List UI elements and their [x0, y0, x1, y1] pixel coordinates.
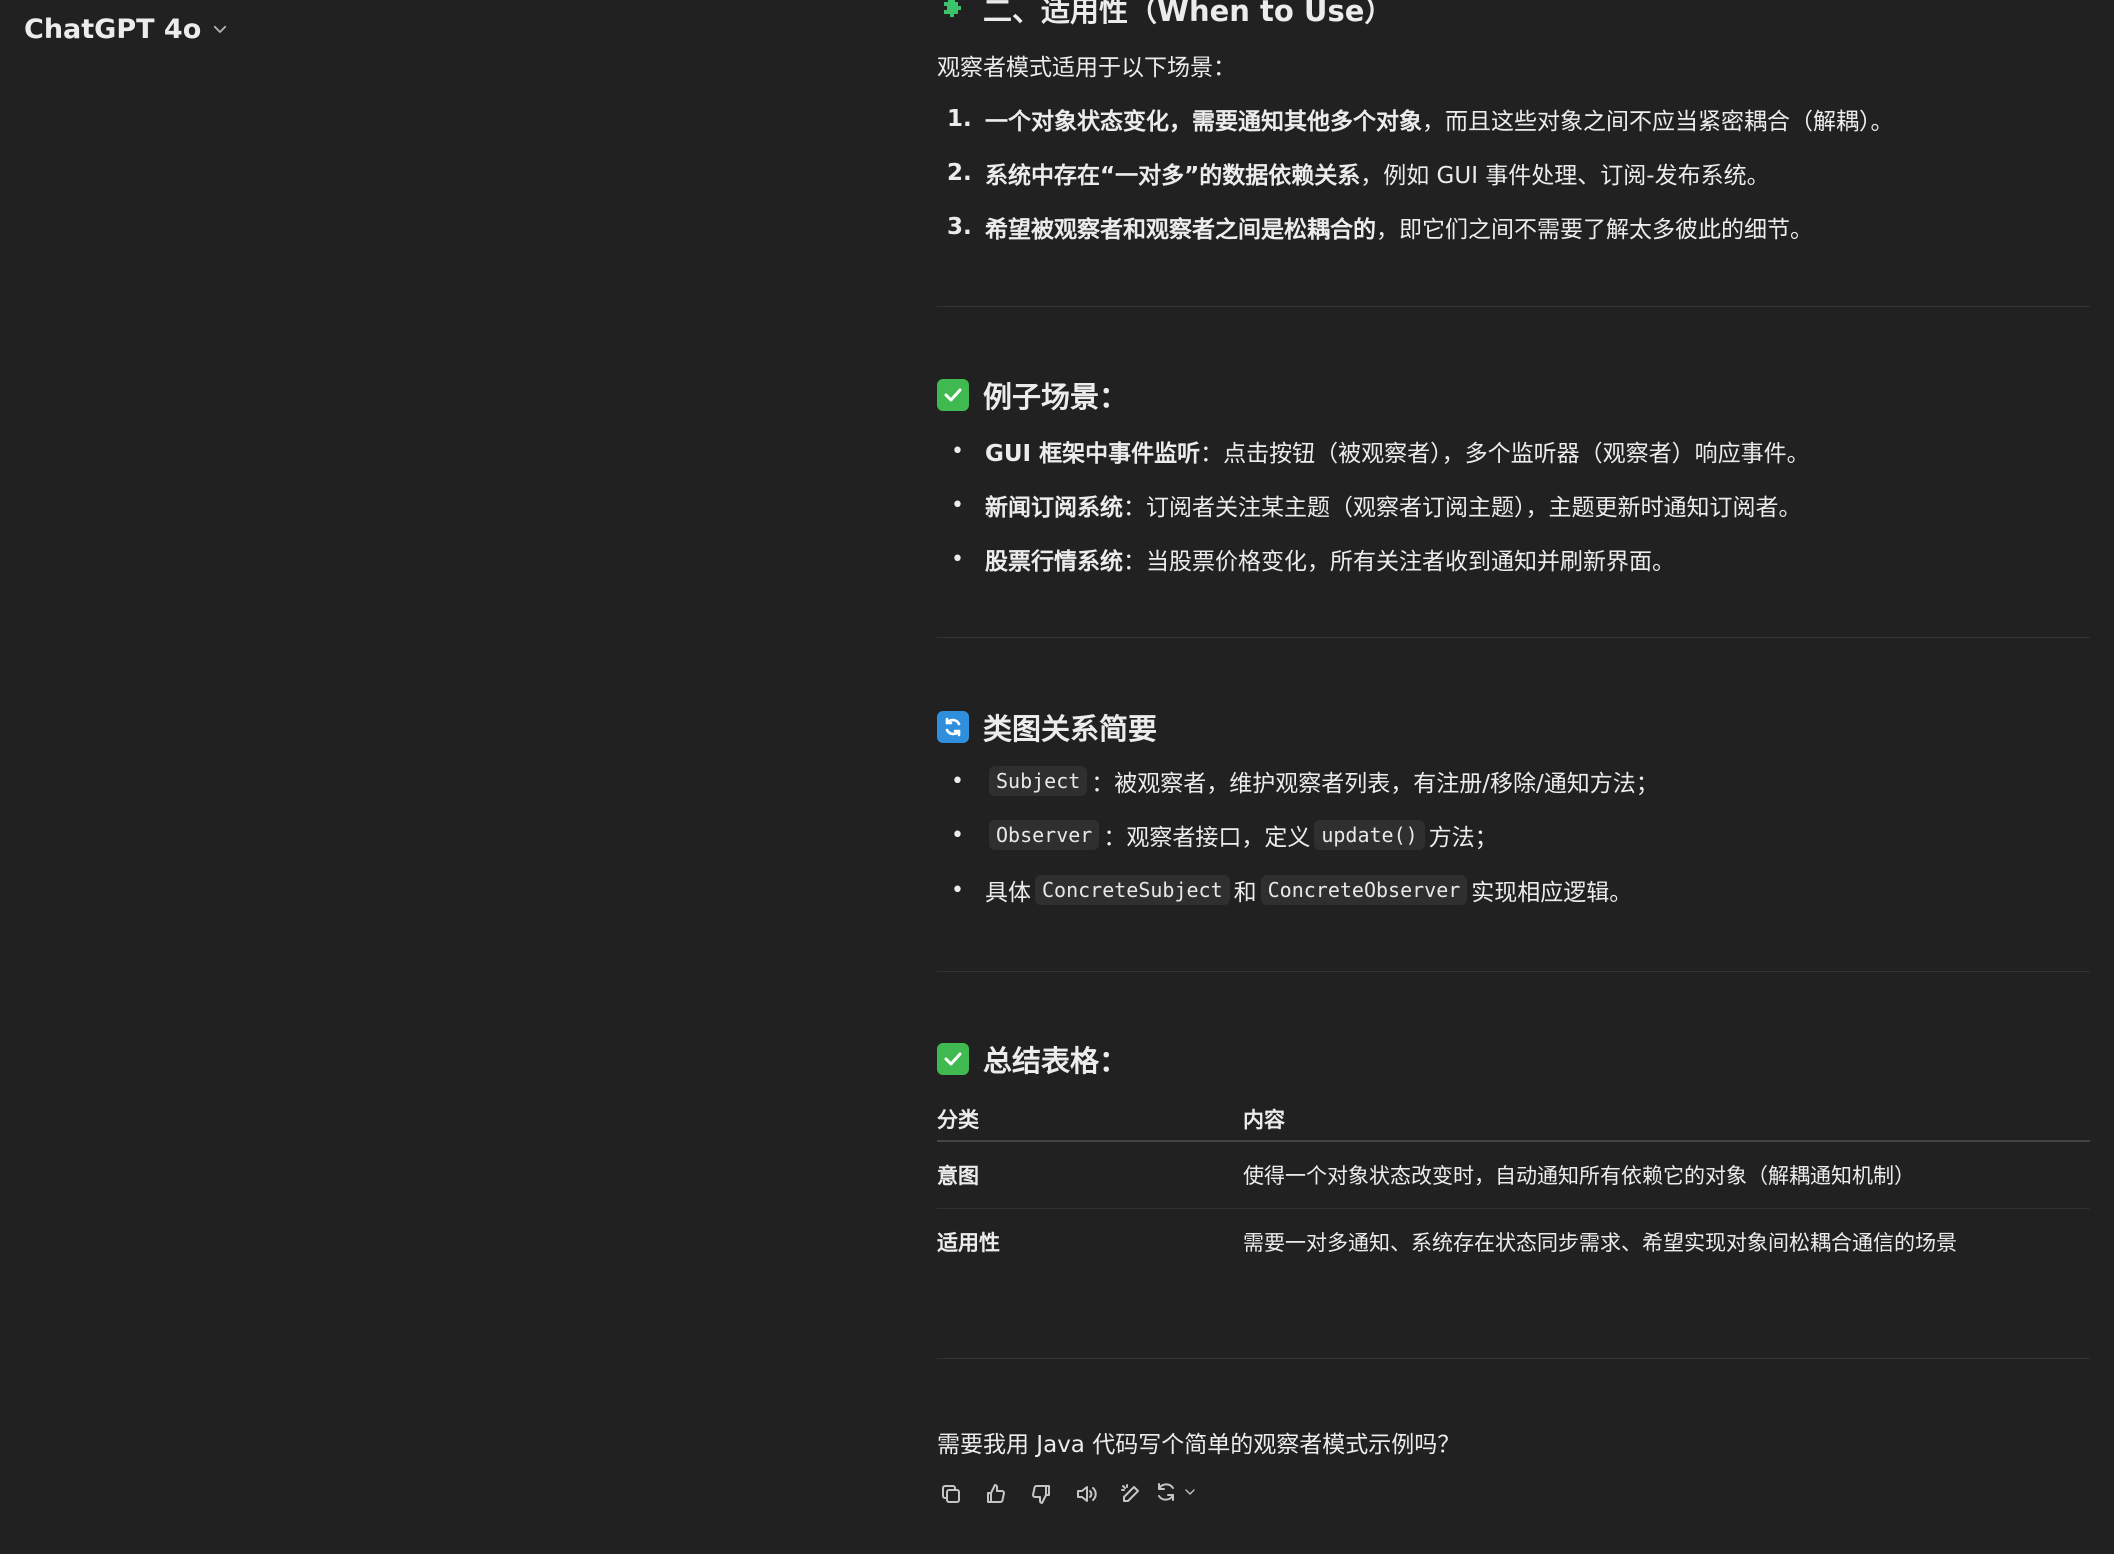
section-title: 总结表格：: [983, 1044, 1129, 1078]
intro-text: 观察者模式适用于以下场景：: [937, 55, 1236, 81]
list-item: • Observer ：观察者接口，定义 update() 方法；: [947, 818, 1498, 852]
section-heading-class-diagram: 类图关系简要: [937, 706, 1157, 748]
section-title: 类图关系简要: [983, 712, 1158, 746]
divider: [937, 637, 2090, 638]
check-mark-icon: [937, 1043, 969, 1075]
section-heading-applicability: 二、适用性（When to Use）: [937, 0, 1393, 30]
list-item: • GUI 框架中事件监听 ：点击按钮（被观察者），多个监听器（观察者）响应事件。: [951, 438, 1810, 468]
edit-icon[interactable]: [1117, 1480, 1144, 1507]
list-item: 1. 一个对象状态变化，需要通知其他多个对象 ，而且这些对象之间不应当紧密耦合（解…: [947, 106, 1894, 135]
thumbs-down-icon[interactable]: [1027, 1480, 1054, 1507]
section-heading-examples: 例子场景：: [937, 374, 1128, 416]
cycle-arrows-icon: [937, 711, 969, 743]
table-cell: 需要一对多通知、系统存在状态同步需求、希望实现对象间松耦合通信的场景: [1243, 1231, 1957, 1255]
check-mark-icon: [937, 379, 969, 411]
inline-code: ConcreteSubject: [1035, 875, 1230, 905]
divider: [937, 971, 2090, 972]
column-header: 内容: [1243, 1098, 2090, 1142]
divider: [937, 306, 2090, 307]
model-name: ChatGPT 4o: [24, 14, 202, 45]
table-row: 意图 使得一个对象状态改变时，自动通知所有依赖它的对象（解耦通知机制）: [937, 1141, 2090, 1209]
list-item: • 具体 ConcreteSubject 和 ConcreteObserver 实现相应逻…: [947, 873, 1632, 907]
table-header-row: 分类 内容: [937, 1098, 2090, 1142]
regenerate-button[interactable]: [1157, 1480, 1195, 1507]
divider: [937, 1358, 2090, 1359]
read-aloud-icon[interactable]: [1072, 1480, 1099, 1507]
copy-icon[interactable]: [937, 1480, 964, 1507]
regenerate-icon: [1154, 1480, 1178, 1508]
message-action-bar: [937, 1480, 1195, 1507]
list-item: • 新闻订阅系统 ：订阅者关注某主题（观察者订阅主题），主题更新时通知订阅者。: [951, 492, 1802, 522]
table-cell: 使得一个对象状态改变时，自动通知所有依赖它的对象（解耦通知机制）: [1243, 1141, 2090, 1209]
puzzle-icon: [937, 0, 969, 25]
list-item: 2. 系统中存在“一对多”的数据依赖关系 ，例如 GUI 事件处理、订阅-发布系统…: [947, 160, 1770, 189]
thumbs-up-icon[interactable]: [982, 1480, 1009, 1507]
list-item: • Subject ：被观察者，维护观察者列表，有注册/移除/通知方法；: [947, 764, 1659, 798]
followup-question: 需要我用 Java 代码写个简单的观察者模式示例吗？: [937, 1432, 1461, 1458]
chevron-down-icon: [211, 14, 229, 45]
list-item: 3. 希望被观察者和观察者之间是松耦合的 ，即它们之间不需要了解太多彼此的细节。: [947, 214, 1813, 243]
section-title: 例子场景：: [983, 380, 1129, 414]
model-switcher[interactable]: ChatGPT 4o: [24, 14, 229, 45]
column-header: 分类: [937, 1098, 1243, 1142]
table-row: 适用性 需要一对多通知、系统存在状态同步需求、希望实现对象间松耦合通信的场景: [937, 1209, 2090, 1276]
section-title: 二、适用性（When to Use）: [983, 0, 1394, 28]
inline-code: Subject: [989, 766, 1088, 796]
inline-code: update(): [1314, 820, 1425, 850]
inline-code: Observer: [989, 820, 1100, 850]
table-cell: 适用性: [937, 1231, 1000, 1255]
inline-code: ConcreteObserver: [1260, 875, 1468, 905]
table-cell: 意图: [937, 1141, 1243, 1209]
section-heading-summary: 总结表格：: [937, 1038, 1128, 1080]
list-item: • 股票行情系统 ：当股票价格变化，所有关注者收到通知并刷新界面。: [951, 546, 1675, 576]
summary-table: 分类 内容 意图 使得一个对象状态改变时，自动通知所有依赖它的对象（解耦通知机制…: [937, 1098, 2090, 1275]
chevron-down-icon: [1182, 1484, 1198, 1504]
